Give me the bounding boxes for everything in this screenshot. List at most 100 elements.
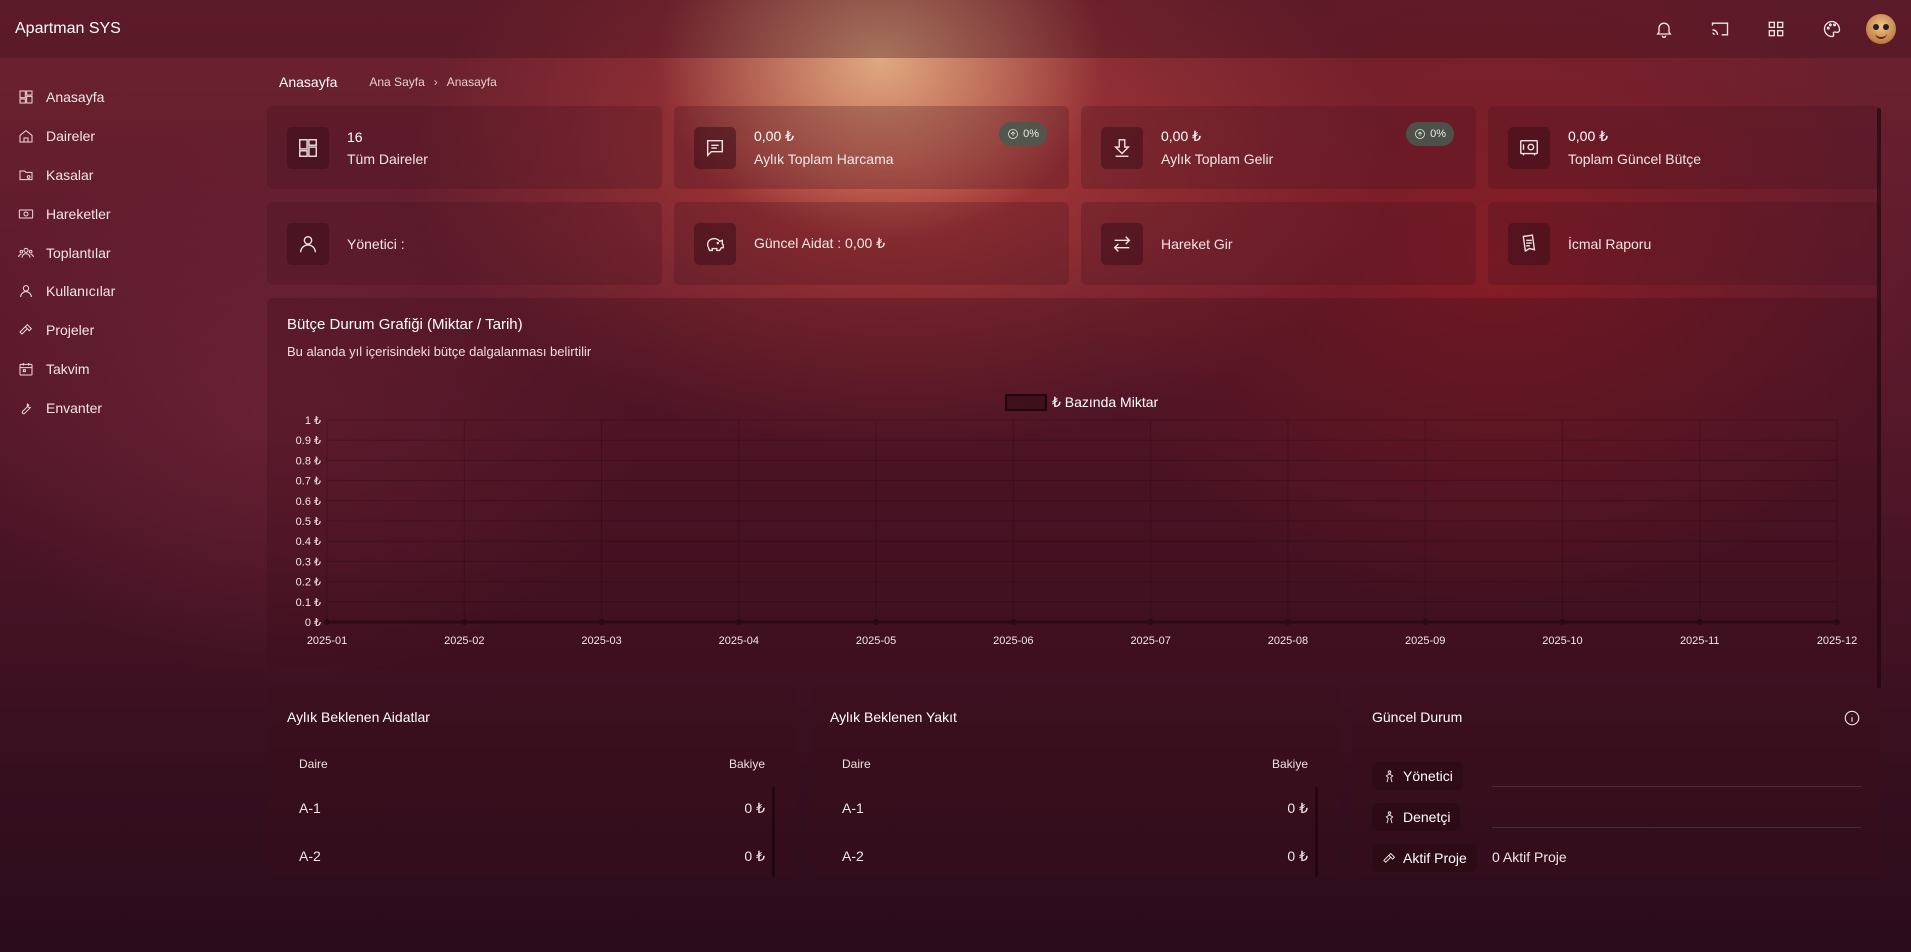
y-tick-label: 0.9 ₺ [296, 435, 321, 447]
stat-value: 0,00 ₺ [1161, 128, 1202, 144]
percent-value: 0% [1023, 128, 1039, 140]
bell-icon[interactable] [1636, 12, 1692, 46]
x-tick-label: 2025-07 [1130, 635, 1170, 647]
stat-card-apartments[interactable]: 16 Tüm Daireler [267, 106, 662, 189]
data-point [1834, 619, 1840, 625]
avatar[interactable] [1866, 14, 1896, 44]
manager-chip[interactable]: Yönetici [1372, 762, 1463, 790]
app-title[interactable]: Apartman SYS [15, 20, 121, 38]
breadcrumb-home[interactable]: Ana Sayfa [369, 75, 424, 89]
safe-icon [1508, 126, 1550, 169]
sidebar-item-label: Anasayfa [46, 89, 105, 106]
y-tick-label: 0.7 ₺ [296, 476, 321, 488]
table-scrollbar[interactable] [1315, 787, 1318, 877]
stat-label: Toplam Güncel Bütçe [1568, 151, 1702, 167]
sidebar-item-label: Projeler [46, 322, 95, 339]
manager-card[interactable]: Yönetici : [267, 202, 662, 285]
data-point [873, 619, 880, 625]
column-header-bakiye: Bakiye [728, 757, 765, 771]
table-scrollbar[interactable] [772, 787, 775, 877]
cell-daire: A-2 [299, 848, 321, 864]
dues-card[interactable]: Güncel Aidat : 0,00 ₺ [674, 202, 1069, 285]
sidebar-item-kasalar[interactable]: Kasalar [0, 156, 250, 195]
x-tick-label: 2025-08 [1268, 635, 1308, 647]
y-tick-label: 0.8 ₺ [296, 455, 321, 467]
breadcrumb: Anasayfa Ana Sayfa › Anasayfa [279, 72, 497, 92]
sidebar-item-takvim[interactable]: Takvim [0, 350, 250, 389]
data-point [1284, 619, 1291, 625]
piggy-bank-icon [694, 222, 736, 265]
y-tick-label: 0.2 ₺ [296, 577, 321, 589]
stat-value: 0,00 ₺ [1568, 128, 1609, 144]
status-panel: Güncel Durum Yönetici Denetçi Aktif Proj… [1352, 687, 1881, 877]
sidebar-item-projeler[interactable]: Projeler [0, 311, 250, 350]
cell-daire: A-2 [842, 848, 864, 864]
group-icon [18, 247, 34, 258]
percent-value: 0% [1430, 128, 1446, 140]
cast-icon[interactable] [1692, 12, 1748, 46]
data-point [1696, 619, 1703, 625]
dues-label: Güncel Aidat : 0,00 ₺ [754, 235, 886, 251]
folder-icon [19, 170, 33, 181]
auditor-chip-label: Denetçi [1403, 809, 1451, 825]
data-point [1010, 619, 1017, 625]
report-card[interactable]: İcmal Raporu [1488, 202, 1881, 285]
stat-label: Aylık Toplam Harcama [754, 151, 894, 167]
x-tick-label: 2025-06 [993, 635, 1033, 647]
data-point [1422, 619, 1429, 625]
auditor-chip[interactable]: Denetçi [1372, 803, 1461, 831]
cell-daire: A-1 [299, 800, 321, 816]
info-icon[interactable] [1843, 709, 1861, 727]
report-label: İcmal Raporu [1568, 235, 1652, 252]
sidebar-item-label: Toplantılar [46, 244, 111, 261]
data-point [1147, 619, 1154, 625]
x-tick-label: 2025-03 [581, 635, 621, 647]
swap-icon [1101, 222, 1143, 265]
person-icon [1385, 769, 1394, 782]
grid-icon[interactable] [1748, 12, 1804, 46]
data-point [1559, 619, 1566, 625]
user-icon [287, 222, 329, 265]
auditor-value-line [1492, 827, 1861, 828]
cell-bakiye: 0 ₺ [1287, 800, 1308, 816]
transaction-card[interactable]: Hareket Gir [1081, 202, 1476, 285]
stat-card-expense[interactable]: 0,00 ₺ Aylık Toplam Harcama 0% [674, 106, 1069, 189]
manager-label: Yönetici : [347, 235, 405, 252]
stat-card-budget[interactable]: 0,00 ₺ Toplam Güncel Bütçe [1488, 106, 1881, 189]
palette-icon[interactable] [1804, 12, 1860, 46]
stat-value: 0,00 ₺ [754, 128, 795, 144]
top-actions [1636, 12, 1896, 46]
sidebar-item-envanter[interactable]: Envanter [0, 388, 250, 427]
arrow-up-circle-icon [1008, 129, 1018, 139]
data-point [324, 619, 330, 625]
page-scrollbar[interactable] [1877, 108, 1881, 688]
hammer-icon [1383, 852, 1396, 863]
sidebar-item-label: Kasalar [46, 166, 94, 183]
manager-chip-label: Yönetici [1403, 768, 1453, 784]
stat-label: Tüm Daireler [347, 150, 428, 167]
sidebar-item-label: Daireler [46, 128, 96, 145]
project-chip[interactable]: Aktif Proje [1372, 844, 1477, 872]
sidebar-item-anasayfa[interactable]: Anasayfa [0, 78, 250, 117]
sidebar-item-daireler[interactable]: Daireler [0, 117, 250, 156]
sidebar-item-hareketler[interactable]: Hareketler [0, 194, 250, 233]
manager-value-line [1492, 786, 1861, 787]
sidebar-item-kullanicilar[interactable]: Kullanıcılar [0, 272, 250, 311]
wrench-icon [21, 403, 32, 414]
x-tick-label: 2025-02 [444, 635, 484, 647]
stat-card-income[interactable]: 0,00 ₺ Aylık Toplam Gelir 0% [1081, 106, 1476, 189]
fuel-table-panel: Aylık Beklenen Yakıt Daire Bakiye A-1 0 … [810, 687, 1340, 877]
data-point [735, 619, 742, 625]
x-tick-label: 2025-12 [1817, 635, 1857, 647]
stat-label: Aylık Toplam Gelir [1161, 151, 1274, 167]
sidebar-item-toplantilar[interactable]: Toplantılar [0, 233, 250, 272]
column-header-daire: Daire [299, 757, 328, 771]
sidebar-item-label: Kullanıcılar [46, 283, 116, 300]
status-title: Güncel Durum [1372, 709, 1463, 725]
sidebar-item-label: Takvim [46, 360, 90, 377]
money-icon [18, 209, 34, 219]
x-tick-label: 2025-10 [1542, 635, 1582, 647]
data-point [598, 619, 605, 625]
y-tick-label: 1 ₺ [305, 415, 321, 427]
legend-label: ₺ Bazında Miktar [1052, 394, 1159, 410]
